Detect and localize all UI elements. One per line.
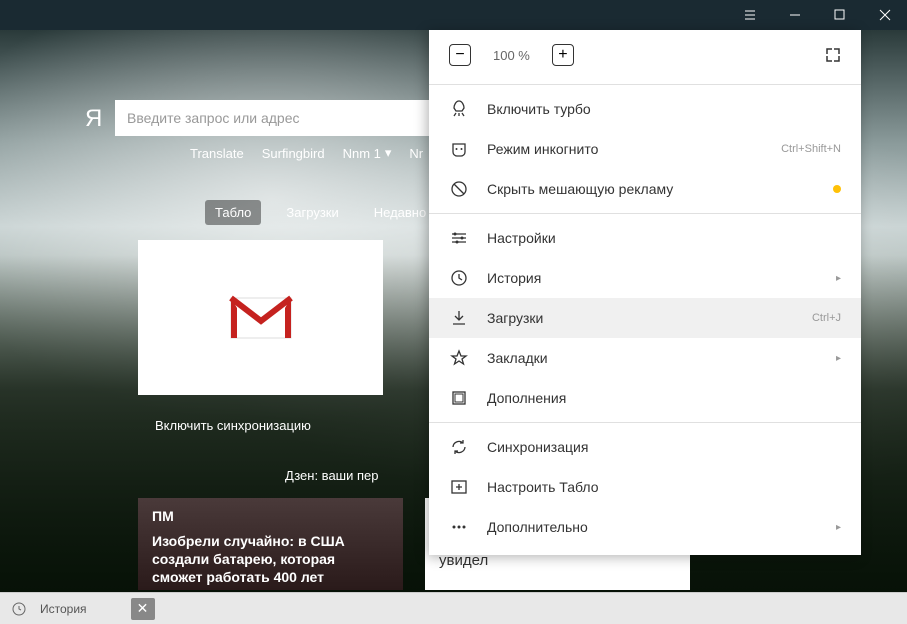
tab-tablo[interactable]: Табло [205,200,261,225]
maximize-icon [834,9,846,21]
sync-label[interactable]: Включить синхронизацию [155,418,311,433]
menu-bookmarks[interactable]: Закладки ▸ [429,338,861,378]
addons-icon [449,388,469,408]
bottombar-close-button[interactable]: ✕ [131,598,155,620]
yandex-logo[interactable]: Я [85,105,102,133]
chevron-down-icon: ▾ [385,145,392,161]
content-tabs: Табло Загрузки Недавно за [205,200,453,225]
hamburger-icon [744,9,756,21]
gmail-icon [226,293,296,343]
nav-translate[interactable]: Translate [190,145,244,161]
tab-downloads[interactable]: Загрузки [276,200,348,225]
zoom-value: 100 % [493,48,530,63]
chevron-right-icon: ▸ [836,273,841,284]
news-card-1[interactable]: ПМ Изобрели случайно: в США создали бата… [138,498,403,590]
menu-settings[interactable]: Настройки [429,218,861,258]
menu-addons[interactable]: Дополнения [429,378,861,418]
clock-icon [12,602,26,616]
hamburger-menu-button[interactable] [727,0,772,30]
shortcut-label: Ctrl+J [812,312,841,324]
shortcut-label: Ctrl+Shift+N [781,143,841,155]
menu-history[interactable]: История ▸ [429,258,861,298]
add-tile-icon [449,477,469,497]
menu-adblock[interactable]: Скрыть мешающую рекламу [429,169,861,209]
nav-nr[interactable]: Nr [409,145,423,161]
notification-dot-icon [833,185,841,193]
bottombar-label[interactable]: История [40,602,87,616]
window-titlebar [0,0,907,30]
sync-icon [449,437,469,457]
incognito-icon [449,139,469,159]
download-icon [449,308,469,328]
bookmark-bar: Translate Surfingbird Nnm 1 ▾ Nr [190,145,423,161]
zen-label: Дзен: ваши пер [285,468,378,483]
main-menu: − 100 % + Включить турбо Режим инкогнито… [429,30,861,555]
menu-more[interactable]: Дополнительно ▸ [429,507,861,547]
menu-incognito[interactable]: Режим инкогнито Ctrl+Shift+N [429,129,861,169]
close-icon [879,9,891,21]
close-button[interactable] [862,0,907,30]
more-icon [449,517,469,537]
fullscreen-icon[interactable] [825,47,841,63]
minimize-icon [789,9,801,21]
nav-surfingbird[interactable]: Surfingbird [262,145,325,161]
nav-nnm[interactable]: Nnm 1 ▾ [343,145,392,161]
menu-sync[interactable]: Синхронизация [429,427,861,467]
minimize-button[interactable] [772,0,817,30]
menu-turbo[interactable]: Включить турбо [429,89,861,129]
menu-downloads[interactable]: Загрузки Ctrl+J [429,298,861,338]
zoom-in-button[interactable]: + [552,44,574,66]
news-title: Изобрели случайно: в США создали батарею… [152,532,389,587]
history-icon [449,268,469,288]
bottom-bar: История ✕ [0,592,907,624]
zoom-out-button[interactable]: − [449,44,471,66]
maximize-button[interactable] [817,0,862,30]
rocket-icon [449,99,469,119]
block-icon [449,179,469,199]
chevron-right-icon: ▸ [836,353,841,364]
zoom-row: − 100 % + [429,30,861,80]
chevron-right-icon: ▸ [836,522,841,533]
star-icon [449,348,469,368]
menu-customize-tablo[interactable]: Настроить Табло [429,467,861,507]
gmail-tile[interactable] [138,240,383,395]
settings-icon [449,228,469,248]
news-source-icon: ПМ [152,508,389,524]
